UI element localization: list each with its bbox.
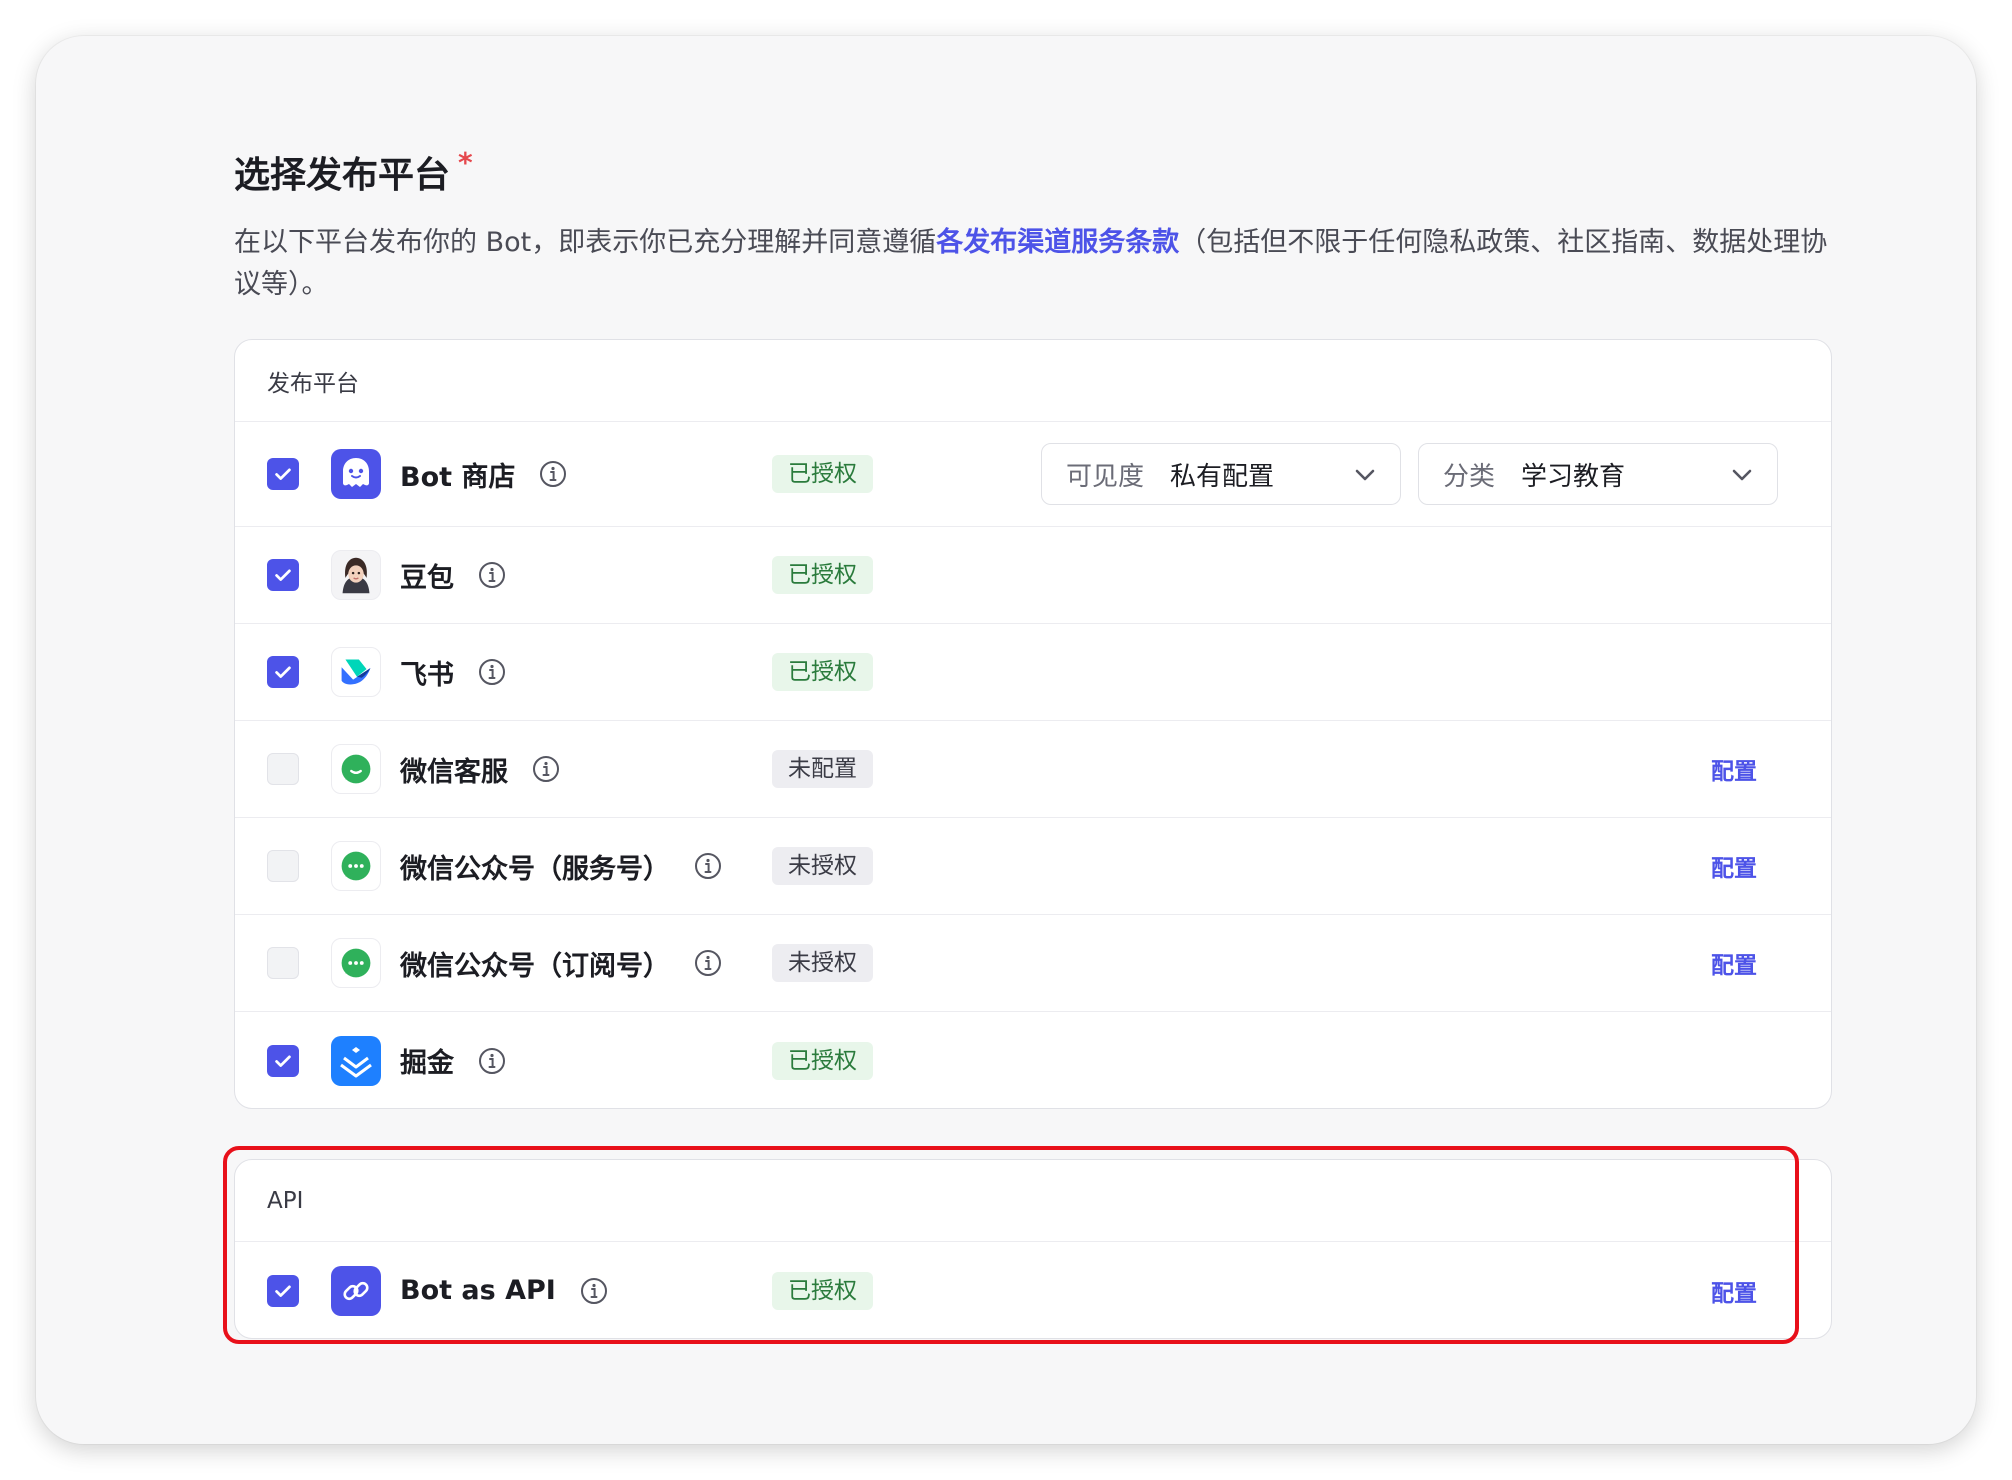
platform-name: 掘金	[400, 1041, 506, 1080]
wechat-subscription-label: 微信公众号（订阅号）	[400, 950, 670, 982]
platform-row-wechat-service-account: 微信公众号（服务号） 未授权 配置	[235, 818, 1831, 915]
info-icon[interactable]	[532, 755, 560, 783]
wechat-service-checkbox[interactable]	[267, 753, 299, 785]
platform-name: Bot 商店	[400, 455, 567, 494]
check-icon	[275, 569, 291, 581]
status-badge: 已授权	[772, 1271, 873, 1310]
info-icon[interactable]	[694, 949, 722, 977]
api-card-heading: API	[235, 1160, 1831, 1242]
wechat-subscription-checkbox[interactable]	[267, 947, 299, 979]
window: 选择发布平台 * 在以下平台发布你的 Bot，即表示你已充分理解并同意遵循各发布…	[36, 36, 1976, 1444]
page-title-text: 选择发布平台	[234, 155, 451, 196]
bot-as-api-label: Bot as API	[400, 1275, 556, 1306]
status-badge: 已授权	[772, 1041, 873, 1080]
configure-link[interactable]: 配置	[1711, 946, 1757, 980]
status-badge: 未配置	[772, 750, 873, 788]
status-badge: 已授权	[772, 556, 873, 594]
feishu-checkbox[interactable]	[267, 656, 299, 688]
visibility-value: 私有配置	[1170, 461, 1275, 492]
link-icon	[331, 1265, 381, 1316]
chevron-down-icon	[1355, 469, 1375, 481]
info-icon[interactable]	[539, 460, 567, 488]
juejin-checkbox[interactable]	[267, 1044, 299, 1077]
platform-name: 微信公众号（服务号）	[400, 847, 722, 886]
visibility-label: 可见度	[1066, 461, 1145, 492]
platform-name: 豆包	[400, 556, 506, 595]
platform-name: Bot as API	[400, 1275, 608, 1306]
category-label: 分类	[1443, 461, 1496, 492]
info-icon[interactable]	[694, 852, 722, 880]
doubao-avatar-icon	[331, 550, 381, 600]
category-select[interactable]: 分类 学习教育	[1418, 443, 1778, 505]
platform-row-wechat-service: 微信客服 未配置 配置	[235, 721, 1831, 818]
info-icon[interactable]	[478, 561, 506, 589]
wechat-service-icon	[331, 744, 381, 794]
check-icon	[275, 1055, 291, 1067]
platform-card: 发布平台 Bot 商店 已授权 可见度 私有配置 分类 学习教育 豆包 已授权 …	[234, 339, 1832, 1109]
terms-link[interactable]: 各发布渠道服务条款	[936, 227, 1179, 258]
terms-description: 在以下平台发布你的 Bot，即表示你已充分理解并同意遵循各发布渠道服务条款（包括…	[234, 222, 1834, 306]
status-badge: 未授权	[772, 847, 873, 885]
juejin-label: 掘金	[400, 1048, 454, 1079]
info-icon[interactable]	[580, 1277, 608, 1305]
desc-text-before: 在以下平台发布你的 Bot，即表示你已充分理解并同意遵循	[234, 227, 937, 258]
platform-row-bot-store: Bot 商店 已授权 可见度 私有配置 分类 学习教育	[235, 422, 1831, 527]
feishu-icon	[331, 647, 381, 697]
info-icon[interactable]	[478, 1047, 506, 1075]
feishu-label: 飞书	[400, 659, 454, 691]
wechat-icon	[331, 938, 381, 988]
check-icon	[275, 666, 291, 678]
platform-row-doubao: 豆包 已授权	[235, 527, 1831, 624]
wechat-service-label: 微信客服	[400, 756, 508, 788]
status-badge: 已授权	[772, 455, 873, 493]
platform-name: 飞书	[400, 653, 506, 692]
platform-row-juejin: 掘金 已授权	[235, 1012, 1831, 1109]
bot-store-label: Bot 商店	[400, 461, 516, 493]
platform-name: 微信公众号（订阅号）	[400, 944, 722, 983]
platform-name: 微信客服	[400, 750, 560, 789]
platform-card-heading: 发布平台	[235, 340, 1831, 422]
platform-row-wechat-subscription: 微信公众号（订阅号） 未授权 配置	[235, 915, 1831, 1012]
wechat-service-account-checkbox[interactable]	[267, 850, 299, 882]
required-mark: *	[458, 146, 473, 179]
category-value: 学习教育	[1521, 461, 1626, 492]
status-badge: 未授权	[772, 944, 873, 982]
chevron-down-icon	[1732, 469, 1752, 481]
visibility-select[interactable]: 可见度 私有配置	[1041, 443, 1401, 505]
wechat-service-account-label: 微信公众号（服务号）	[400, 853, 670, 885]
wechat-icon	[331, 841, 381, 891]
page-title: 选择发布平台 *	[234, 146, 473, 198]
doubao-checkbox[interactable]	[267, 559, 299, 591]
juejin-icon	[331, 1035, 381, 1086]
bot-store-icon	[331, 449, 381, 499]
bot-as-api-checkbox[interactable]	[267, 1274, 299, 1307]
bot-store-checkbox[interactable]	[267, 458, 299, 490]
doubao-label: 豆包	[400, 562, 454, 594]
info-icon[interactable]	[478, 658, 506, 686]
configure-link[interactable]: 配置	[1711, 1274, 1757, 1308]
configure-link[interactable]: 配置	[1711, 849, 1757, 883]
platform-row-bot-as-api: Bot as API 已授权 配置	[235, 1242, 1831, 1339]
status-badge: 已授权	[772, 653, 873, 691]
platform-row-feishu: 飞书 已授权	[235, 624, 1831, 721]
api-card: API Bot as API 已授权 配置	[234, 1159, 1832, 1339]
check-icon	[275, 468, 291, 480]
configure-link[interactable]: 配置	[1711, 752, 1757, 786]
check-icon	[275, 1285, 291, 1297]
